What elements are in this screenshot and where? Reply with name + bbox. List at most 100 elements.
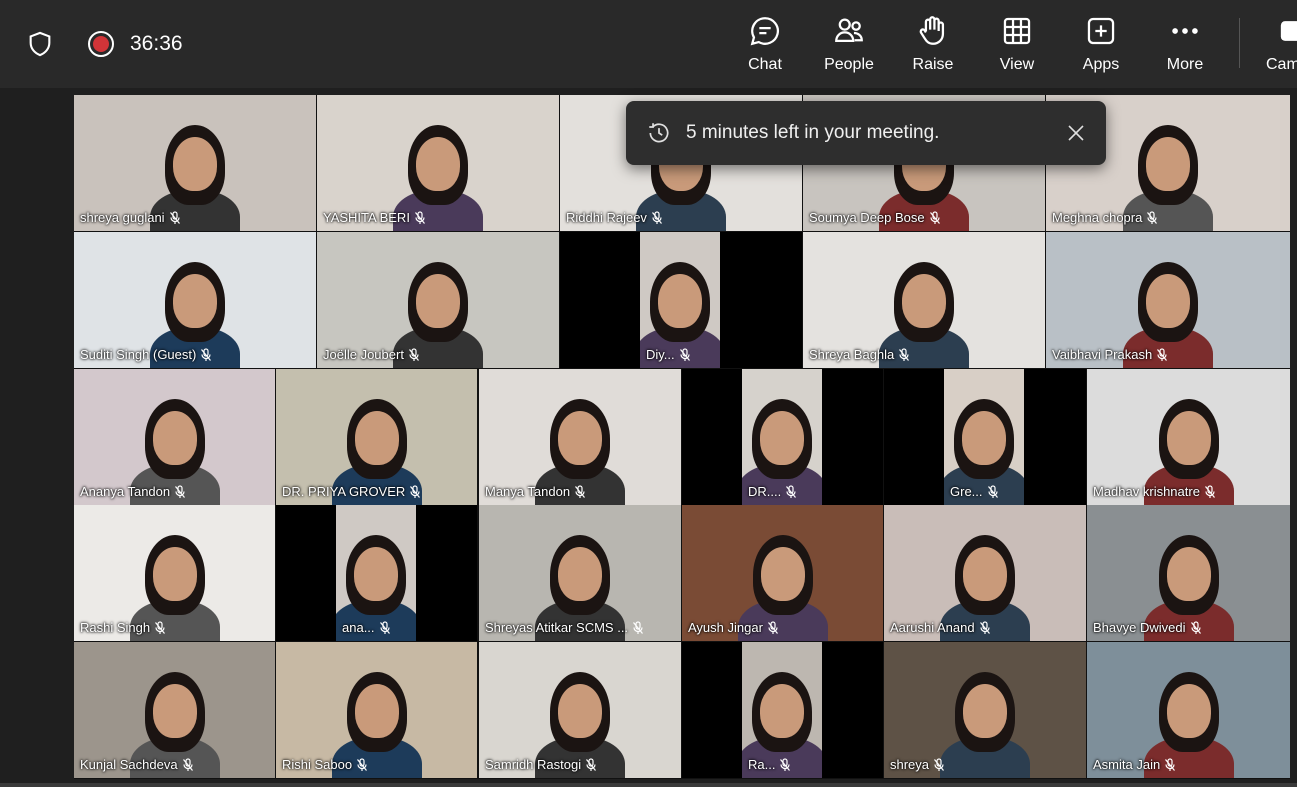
participant-tile[interactable]: DR.... <box>682 369 883 505</box>
participant-tile[interactable]: shreya guglani <box>74 95 316 231</box>
raise-label: Raise <box>912 56 954 73</box>
participant-name-text: Rashi Singh <box>80 620 151 635</box>
participant-tile[interactable]: Shreya Baghla <box>803 232 1045 368</box>
mic-muted-icon <box>929 210 940 224</box>
more-button[interactable]: More <box>1149 14 1221 78</box>
participant-tile[interactable]: Vaibhavi Prakash <box>1046 232 1290 368</box>
participant-name: shreya <box>890 757 945 772</box>
participant-name: Shreyas Atitkar SCMS ... <box>485 620 644 635</box>
participant-name-text: DR.... <box>748 484 782 499</box>
mic-muted-icon <box>201 347 212 361</box>
participant-name: Madhav krishnatre <box>1093 484 1216 499</box>
participant-name-text: DR. PRIYA GROVER <box>282 484 406 499</box>
participant-name-text: Samridh Rastogi <box>485 757 582 772</box>
participant-tile[interactable]: Aarushi Anand <box>884 505 1086 641</box>
mic-muted-icon <box>169 210 180 224</box>
participant-face <box>1166 411 1211 465</box>
mic-muted-icon <box>575 484 586 498</box>
participant-name-text: Joëlle Joubert <box>323 347 404 362</box>
mic-muted-icon <box>379 620 390 634</box>
mic-muted-icon <box>1157 347 1168 361</box>
participant-name: Diy... <box>646 347 691 362</box>
chat-button[interactable]: Chat <box>729 14 801 78</box>
participant-name-text: Meghna chopra <box>1052 210 1143 225</box>
apps-button[interactable]: Apps <box>1065 14 1137 78</box>
apps-plus-icon <box>1087 17 1115 45</box>
participant-tile[interactable]: Ananya Tandon <box>74 369 275 505</box>
participant-tile[interactable]: Kunjal Sachdeva <box>74 642 275 778</box>
mic-muted-icon <box>182 757 193 771</box>
view-button[interactable]: View <box>981 14 1053 78</box>
participant-face <box>1166 547 1211 601</box>
participant-tile[interactable]: Madhav krishnatre <box>1087 369 1290 505</box>
participant-name: Kunjal Sachdeva <box>80 757 194 772</box>
raise-hand-icon <box>919 16 945 45</box>
participant-tile[interactable]: Asmita Jain <box>1087 642 1290 778</box>
participant-tile[interactable]: Rishi Saboo <box>276 642 477 778</box>
mic-muted-icon <box>586 757 597 771</box>
participant-tile[interactable]: Bhavye Dwivedi <box>1087 505 1290 641</box>
participant-name: Ayush Jingar <box>688 620 779 635</box>
mic-muted-icon <box>786 484 797 498</box>
participant-tile[interactable]: DR. PRIYA GROVER <box>276 369 477 505</box>
participant-tile[interactable]: Ra... <box>682 642 883 778</box>
participant-tile[interactable]: Rashi Singh <box>74 505 275 641</box>
participant-name: Rishi Saboo <box>282 757 368 772</box>
raise-hand-button[interactable]: Raise <box>897 14 969 78</box>
participant-name: Riddhi Rajeev <box>566 210 663 225</box>
close-icon[interactable] <box>1064 121 1088 145</box>
participant-face <box>963 684 1007 738</box>
meeting-status: 36:36 <box>26 30 183 58</box>
participant-name: Aarushi Anand <box>890 620 991 635</box>
grid-view-icon <box>1003 17 1031 45</box>
participant-tile[interactable]: YASHITA BERI <box>317 95 559 231</box>
participant-tile[interactable]: Ayush Jingar <box>682 505 883 641</box>
participant-name: Rashi Singh <box>80 620 166 635</box>
participant-name-text: Asmita Jain <box>1093 757 1161 772</box>
participant-name-text: Ayush Jingar <box>688 620 763 635</box>
participant-face <box>760 547 805 601</box>
participant-tile[interactable]: Shreyas Atitkar SCMS ... <box>479 505 681 641</box>
participant-tile[interactable]: Suditi Singh (Guest) <box>74 232 316 368</box>
participant-name: Ra... <box>748 757 791 772</box>
participant-tile[interactable]: shreya <box>884 642 1086 778</box>
participant-name-text: Bhavye Dwivedi <box>1093 620 1186 635</box>
camera-label: Cam <box>1266 56 1297 73</box>
camera-icon <box>1280 21 1297 41</box>
participant-name: Manya Tandon <box>485 484 586 499</box>
mic-muted-icon <box>410 484 421 498</box>
mic-muted-icon <box>1147 210 1158 224</box>
shield-icon[interactable] <box>26 30 54 58</box>
more-dots-icon <box>1172 28 1198 34</box>
participant-face <box>173 274 217 328</box>
participant-tile[interactable]: ana... <box>276 505 477 641</box>
participant-name-text: Riddhi Rajeev <box>566 210 647 225</box>
participant-tile[interactable]: Samridh Rastogi <box>479 642 681 778</box>
participant-face <box>416 137 460 191</box>
mic-muted-icon <box>155 620 166 634</box>
meeting-timer: 36:36 <box>130 32 183 55</box>
participant-face <box>760 684 804 738</box>
camera-button[interactable]: Cam <box>1258 14 1297 78</box>
participant-name: Asmita Jain <box>1093 757 1176 772</box>
participant-tile[interactable]: Joëlle Joubert <box>317 232 559 368</box>
participant-name: Suditi Singh (Guest) <box>80 347 212 362</box>
participant-tile[interactable]: Diy... <box>560 232 802 368</box>
participant-name: ana... <box>342 620 391 635</box>
participant-name-text: Suditi Singh (Guest) <box>80 347 197 362</box>
mic-muted-icon <box>414 210 425 224</box>
participant-face <box>152 411 197 465</box>
participant-name-text: Kunjal Sachdeva <box>80 757 178 772</box>
participant-face <box>1146 274 1190 328</box>
participant-name-text: shreya guglani <box>80 210 165 225</box>
mic-muted-icon <box>767 620 778 634</box>
mic-muted-icon <box>633 620 644 634</box>
participant-face <box>558 684 602 738</box>
participant-tile[interactable]: Manya Tandon <box>479 369 681 505</box>
participant-face <box>354 684 399 738</box>
participant-face <box>416 274 460 328</box>
participant-name: Samridh Rastogi <box>485 757 597 772</box>
more-label: More <box>1166 56 1204 73</box>
people-button[interactable]: People <box>813 14 885 78</box>
participant-tile[interactable]: Gre... <box>884 369 1086 505</box>
